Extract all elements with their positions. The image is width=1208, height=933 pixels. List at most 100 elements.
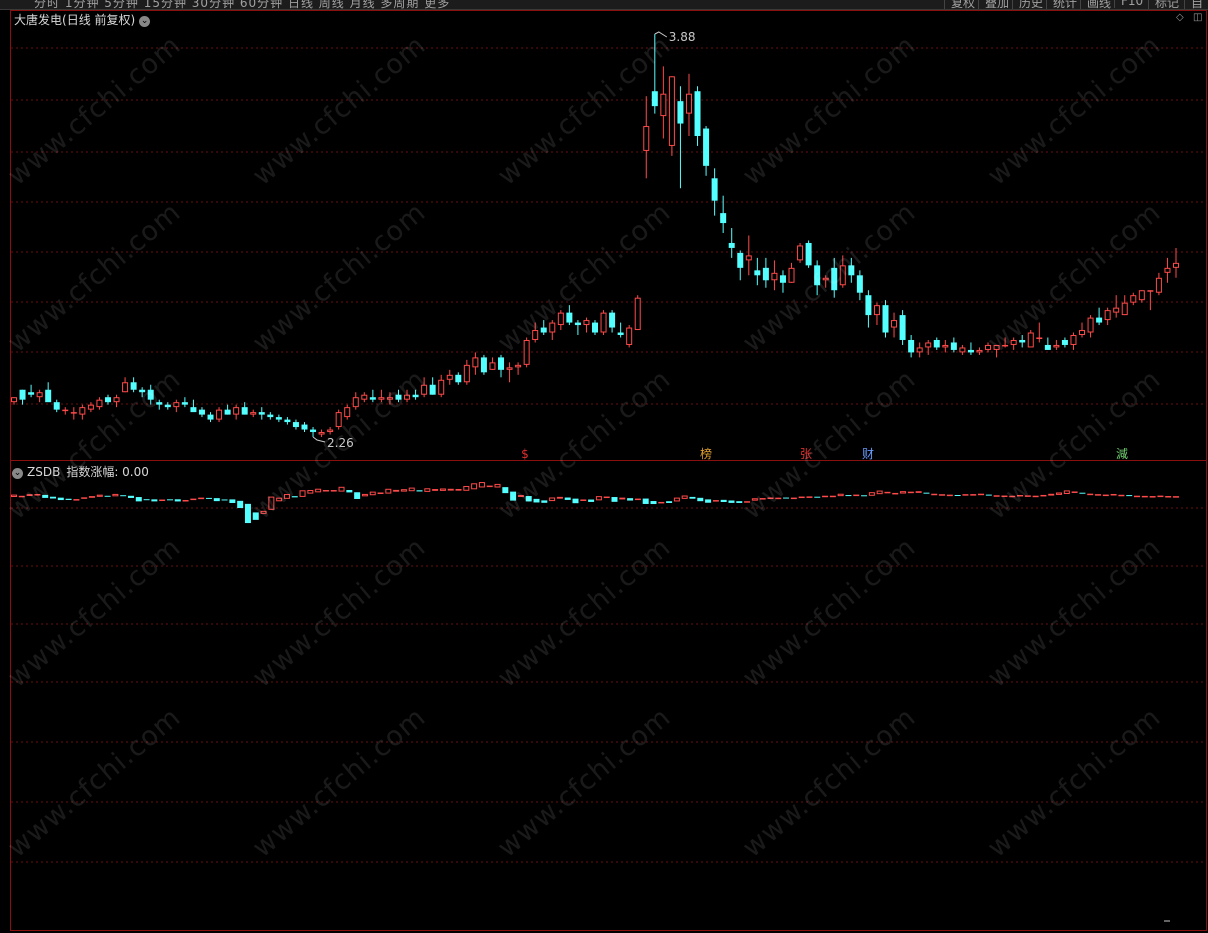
candle-body	[386, 397, 393, 400]
indicator-bar	[923, 492, 930, 494]
indicator-bar	[611, 497, 618, 502]
indicator-bar	[1024, 495, 1031, 497]
indicator-bar	[1001, 495, 1008, 498]
candle-body	[592, 322, 598, 333]
candle-body	[908, 339, 915, 353]
candle-body	[1061, 339, 1068, 345]
candle-body	[600, 312, 607, 333]
candle-body	[446, 374, 453, 380]
indicator-bar	[603, 496, 610, 499]
candle-body	[617, 332, 624, 336]
candle-body	[472, 357, 479, 368]
indicator-bar	[400, 489, 407, 492]
indicator-bar	[783, 497, 790, 499]
indicator-bar	[283, 494, 290, 499]
candle-body	[506, 367, 513, 370]
candle-body	[258, 412, 265, 415]
candle-body	[369, 397, 376, 400]
candle-body	[720, 213, 727, 224]
candle-body	[1044, 344, 1051, 350]
indicator-bar	[112, 493, 119, 497]
candle-body	[566, 312, 573, 323]
indicator-name[interactable]: ZSDB	[27, 465, 60, 479]
chevron-down-icon[interactable]: ⌄	[12, 468, 23, 479]
candle-body	[173, 402, 180, 408]
diamond-icon[interactable]: ◇	[1176, 12, 1184, 23]
indicator-bar	[88, 496, 95, 498]
indicator-bar	[135, 497, 142, 502]
indicator-bar	[65, 498, 72, 500]
candle-body	[284, 419, 291, 423]
candle-body	[463, 364, 470, 383]
candle-body	[190, 407, 197, 413]
indicator-bar	[1134, 495, 1141, 498]
indicator-bar	[666, 501, 673, 503]
indicator-bar	[252, 512, 259, 520]
candle-body	[993, 344, 1000, 350]
indicator-bar	[237, 500, 244, 509]
candle-body	[352, 397, 359, 408]
indicator-bar	[533, 498, 540, 503]
low-marker	[312, 436, 326, 443]
candle-body	[609, 312, 616, 328]
indicator-bar	[478, 482, 485, 488]
candle-body	[1173, 262, 1179, 268]
indicator-bar	[572, 498, 579, 504]
indicator-bar	[1048, 493, 1055, 496]
indicator-bar	[1118, 494, 1125, 497]
indicator-bar	[393, 489, 400, 492]
candle-body	[1113, 307, 1120, 313]
candle-body	[660, 93, 667, 117]
candle-body	[1002, 344, 1009, 347]
kline-chart[interactable]: 3.88 2.26 $ 榜 张 财 減	[0, 0, 1208, 933]
candle-body	[754, 270, 761, 276]
indicator-bar	[1141, 495, 1148, 498]
indicator-bar	[931, 493, 938, 496]
indicator-bar	[1157, 495, 1164, 498]
indicator-bar	[1102, 494, 1109, 497]
indicator-bar	[213, 498, 220, 502]
indicator-bar	[767, 497, 774, 499]
indicator-bar	[42, 494, 49, 498]
candle-body	[301, 424, 308, 430]
indicator-bar	[190, 498, 197, 501]
candle-body	[327, 429, 334, 433]
indicator-bar	[494, 483, 501, 488]
indicator-bar	[619, 497, 626, 500]
indicator-bar	[354, 492, 361, 499]
indicator-bar	[104, 495, 111, 497]
candle-body	[455, 374, 462, 383]
candle-body	[848, 265, 855, 276]
indicator-bar	[182, 500, 189, 502]
chevron-down-icon[interactable]: ⌄	[139, 16, 151, 27]
candle-body	[310, 429, 317, 433]
indicator-bar	[1063, 490, 1070, 495]
indicator-bar	[120, 495, 127, 497]
candle-body	[216, 409, 223, 420]
indicator-bar	[439, 488, 446, 491]
candle-body	[967, 349, 974, 353]
candle-body	[28, 392, 35, 395]
candle-body	[814, 265, 821, 286]
indicator-bar	[1126, 495, 1133, 497]
candle-body	[130, 382, 137, 390]
indicator-bar	[549, 497, 556, 502]
candle-body	[626, 327, 633, 345]
candle-body	[70, 412, 77, 414]
candle-body	[267, 414, 274, 418]
indicator-bar	[962, 494, 969, 496]
indicator-bar	[915, 491, 922, 493]
indicator-bar	[432, 489, 439, 491]
candle-body	[728, 242, 735, 248]
candle-body	[438, 379, 445, 395]
indicator-bar	[775, 497, 782, 500]
candle-body	[1087, 317, 1094, 333]
indicator-bar	[159, 499, 166, 502]
candle-body	[643, 126, 650, 151]
indicator-bar	[369, 491, 376, 496]
indicator-bar	[510, 491, 517, 501]
candle-body	[1121, 302, 1128, 316]
window-toggle-icon[interactable]: ◫	[1193, 12, 1202, 23]
indicator-bar	[556, 496, 563, 499]
indicator-bar	[627, 498, 634, 501]
